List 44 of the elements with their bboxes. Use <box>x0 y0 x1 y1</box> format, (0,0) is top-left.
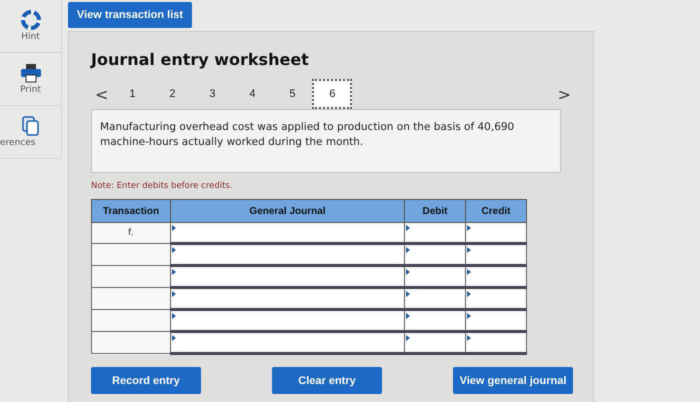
note-text: Note: Enter debits before credits. <box>91 181 234 191</box>
printer-icon <box>20 63 42 83</box>
action-button[interactable]: Record entry <box>91 367 201 394</box>
column-header: Credit <box>466 200 526 222</box>
sidebar-item[interactable]: Hint <box>0 0 62 53</box>
previous-button[interactable]: < <box>91 84 112 104</box>
input-field[interactable] <box>406 225 464 240</box>
view-transaction-list-button[interactable]: View transaction list <box>68 2 192 28</box>
input-field[interactable] <box>467 225 525 240</box>
input-field[interactable] <box>406 291 464 306</box>
column-header: Transaction <box>92 200 170 222</box>
input-field[interactable] <box>467 313 525 328</box>
input-field[interactable] <box>467 269 525 284</box>
page-tab[interactable]: 2 <box>152 79 192 109</box>
page-tab[interactable]: 3 <box>192 79 232 109</box>
page-tab[interactable]: 4 <box>232 79 272 109</box>
input-field[interactable] <box>406 269 464 284</box>
input-field[interactable] <box>172 313 403 328</box>
page-tab[interactable]: 6 <box>312 79 352 109</box>
page-tab[interactable]: 5 <box>272 79 312 109</box>
sidebar-item[interactable]: erences <box>0 106 62 159</box>
input-field[interactable] <box>172 291 403 306</box>
table-cell: f. <box>92 222 170 244</box>
input-field[interactable] <box>172 269 403 284</box>
documents-icon <box>22 116 40 136</box>
next-button[interactable]: > <box>554 84 575 104</box>
input-field[interactable] <box>406 313 464 328</box>
input-field[interactable] <box>172 247 403 262</box>
description-text: Manufacturing overhead cost was applied to production on the basis of 40,690 machine-hours actually worked during the month. <box>100 120 516 150</box>
action-button[interactable]: Clear entry <box>272 367 382 394</box>
input-field[interactable] <box>406 335 464 350</box>
column-header: Debit <box>404 200 466 222</box>
column-header: General Journal <box>170 200 404 222</box>
input-field[interactable] <box>172 335 403 350</box>
worksheet-title: Journal entry worksheet <box>91 50 310 69</box>
input-field[interactable] <box>406 247 464 262</box>
lifebuoy-icon <box>20 10 40 30</box>
action-button[interactable]: View general journal <box>453 367 573 394</box>
input-field[interactable] <box>467 247 525 262</box>
input-field[interactable] <box>172 225 403 240</box>
page-tab[interactable]: 1 <box>112 79 152 109</box>
input-field[interactable] <box>467 335 525 350</box>
sidebar-item[interactable]: Print <box>0 53 62 106</box>
input-field[interactable] <box>467 291 525 306</box>
